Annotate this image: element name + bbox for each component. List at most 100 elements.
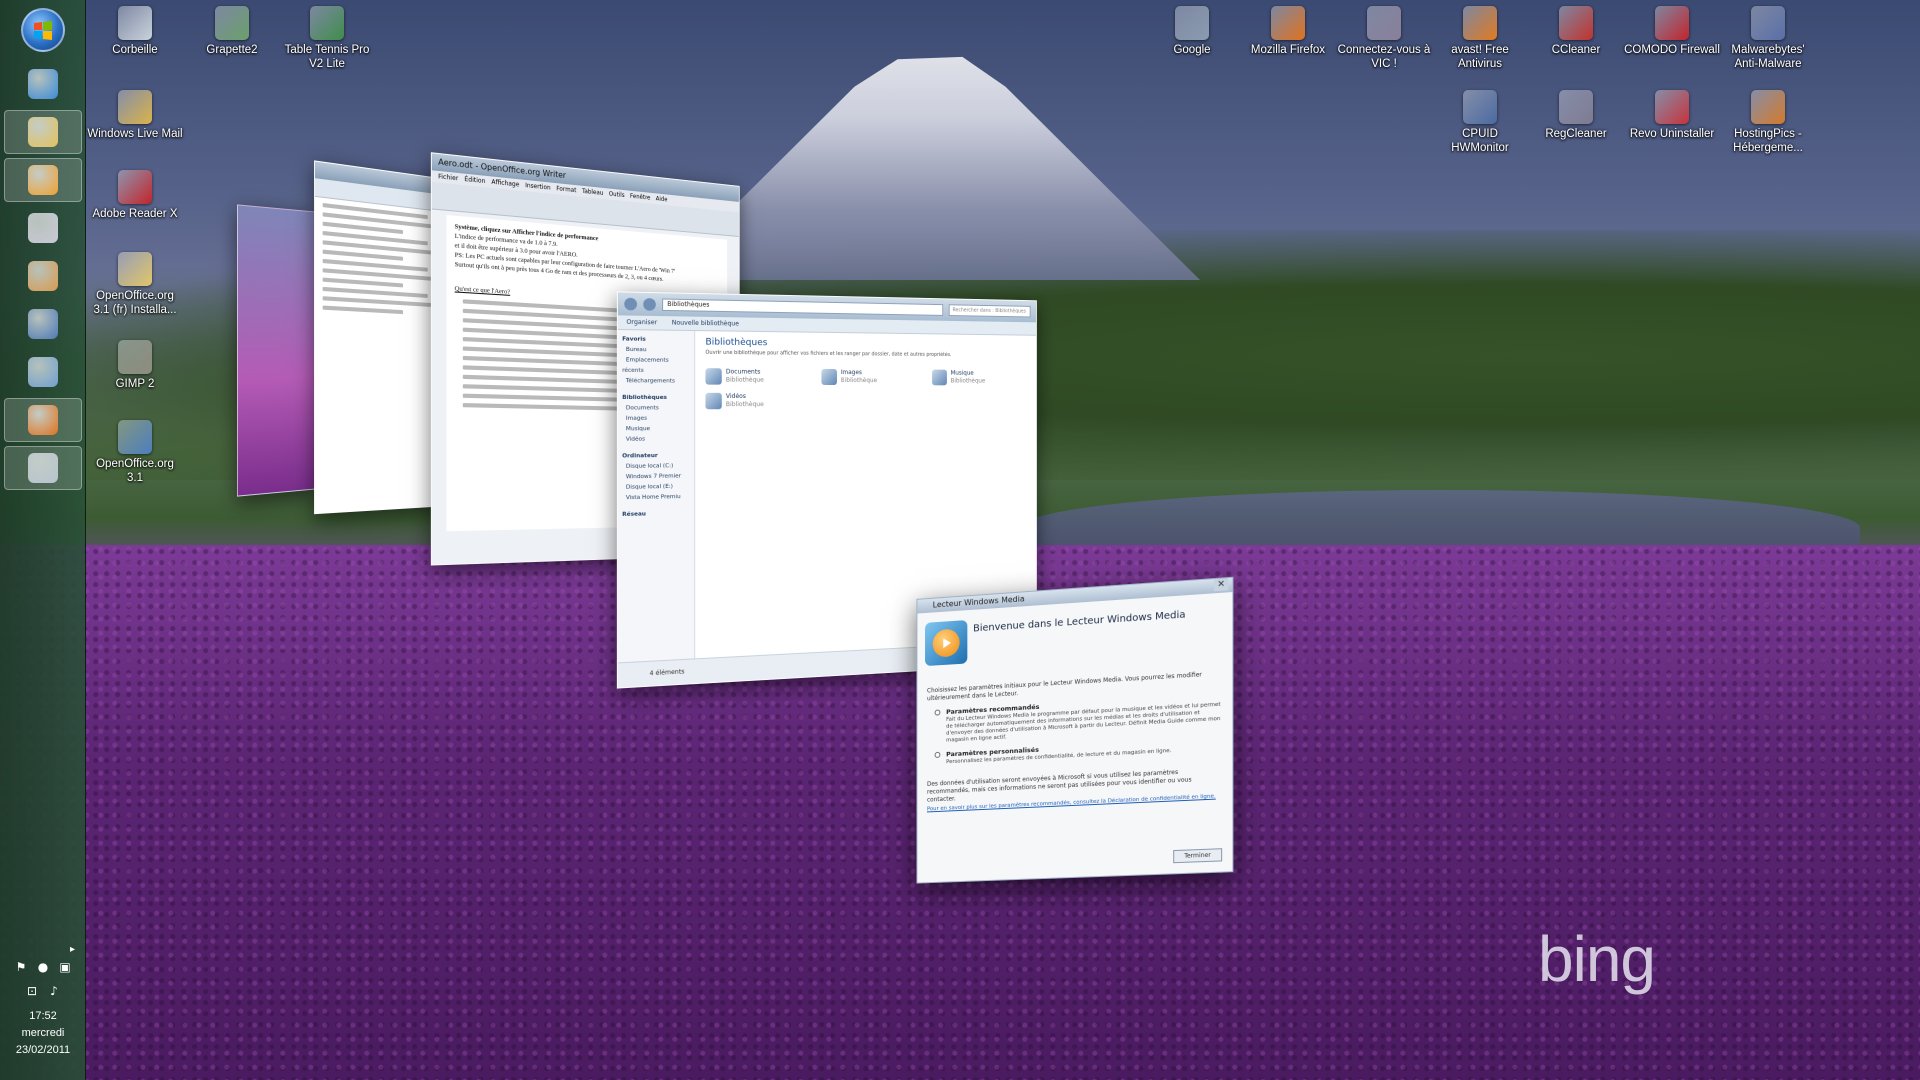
taskbar-button-paint-palette[interactable] — [4, 254, 82, 298]
desktop-icon-left-0[interactable]: Corbeille — [87, 6, 183, 57]
library-documents[interactable]: Documents Bibliothèque — [705, 368, 795, 385]
taskbar-button-documents[interactable] — [4, 446, 82, 490]
nav-libraries-header[interactable]: Bibliothèques — [622, 393, 690, 403]
desktop-icon-label: Revo Uninstaller — [1624, 127, 1720, 141]
volume-icon[interactable]: ♪ — [47, 984, 61, 998]
desktop-icon-right-10[interactable]: HostingPics - Hébergeme... — [1720, 90, 1816, 155]
libraries-heading: Bibliothèques — [705, 337, 1027, 351]
search-box[interactable]: Rechercher dans : Bibliothèques — [949, 304, 1031, 317]
desktop-icon-label: Connectez-vous à VIC ! — [1336, 43, 1432, 71]
openoffice-icon — [118, 420, 152, 454]
network-icon[interactable]: ⊡ — [25, 984, 39, 998]
library-musique[interactable]: Musique Bibliothèque — [932, 370, 1014, 386]
radio-recommended[interactable] — [935, 709, 941, 715]
avast-tray-icon[interactable]: ● — [36, 960, 50, 974]
desktop-icon-right-5[interactable]: COMODO Firewall — [1624, 6, 1720, 57]
malwarebytes-icon — [1751, 6, 1785, 40]
nav-favorites-item[interactable]: Bureau — [622, 345, 690, 356]
device-tray-icon[interactable]: ▣ — [58, 960, 72, 974]
desktop-icon-label: Mozilla Firefox — [1240, 43, 1336, 57]
desktop-icon-left-6[interactable]: GIMP 2 — [87, 340, 183, 391]
nav-favorites-item[interactable]: Emplacements récents — [622, 355, 690, 376]
wallpaper-mountain — [660, 50, 1200, 280]
radio-custom[interactable] — [935, 752, 941, 758]
new-library-button[interactable]: Nouvelle bibliothèque — [672, 316, 739, 330]
desktop-icon-right-2[interactable]: Connectez-vous à VIC ! — [1336, 6, 1432, 71]
desktop-icon-right-4[interactable]: CCleaner — [1528, 6, 1624, 57]
nav-libraries-item[interactable]: Vidéos — [622, 434, 690, 445]
library-images[interactable]: Images Bibliothèque — [821, 369, 907, 385]
back-button[interactable] — [624, 298, 637, 311]
taskbar-button-firefox[interactable] — [4, 398, 82, 442]
library-folder-icon — [705, 393, 721, 409]
desktop-icon-label: Google — [1144, 43, 1240, 57]
close-button[interactable]: ✕ — [1214, 578, 1228, 591]
recycle-bin-icon — [118, 6, 152, 40]
organize-menu[interactable]: Organiser — [626, 315, 657, 329]
library-type: Bibliothèque — [951, 378, 986, 386]
desktop-icon-right-7[interactable]: CPUID HWMonitor — [1432, 90, 1528, 155]
forward-button[interactable] — [643, 298, 656, 311]
taskbar-button-internet-explorer[interactable] — [4, 62, 82, 106]
writer-menu-item[interactable]: Aide — [656, 195, 668, 203]
address-bar[interactable]: Bibliothèques — [662, 298, 943, 315]
library-type: Bibliothèque — [726, 376, 764, 384]
taskbar-button-switch-windows[interactable] — [4, 350, 82, 394]
flip3d-window-media-player[interactable]: Lecteur Windows Media ✕ Bienvenue dans l… — [916, 577, 1233, 884]
taskbar-button-paint[interactable] — [4, 206, 82, 250]
desktop-icon-left-2[interactable]: Table Tennis Pro V2 Lite — [279, 6, 375, 71]
desktop-icon-left-7[interactable]: OpenOffice.org 3.1 — [87, 420, 183, 485]
flip3d-window-browser[interactable] — [314, 160, 447, 514]
library-name: Images — [841, 369, 877, 377]
nav-libraries-item[interactable]: Images — [622, 413, 690, 424]
nav-libraries-item[interactable]: Musique — [622, 424, 690, 435]
desktop-icon-left-5[interactable]: OpenOffice.org 3.1 (fr) Installa... — [87, 252, 183, 317]
finish-button[interactable]: Terminer — [1173, 848, 1222, 863]
show-hidden-icons-icon[interactable]: ▸ — [70, 944, 75, 955]
writer-menu-item[interactable]: Édition — [464, 176, 485, 185]
taskbar-button-remote-desktop[interactable] — [4, 302, 82, 346]
windows-explorer-icon — [28, 117, 58, 147]
writer-menu-item[interactable]: Format — [556, 185, 576, 194]
taskbar-button-windows-explorer[interactable] — [4, 110, 82, 154]
desktop-icon-right-6[interactable]: Malwarebytes' Anti-Malware — [1720, 6, 1816, 71]
desktop-icon-right-9[interactable]: Revo Uninstaller — [1624, 90, 1720, 141]
mail-icon — [118, 90, 152, 124]
desktop-icon-right-0[interactable]: Google — [1144, 6, 1240, 57]
writer-menu-item[interactable]: Insertion — [525, 182, 550, 192]
library-vidéos[interactable]: Vidéos Bibliothèque — [705, 393, 795, 409]
desktop-icon-left-3[interactable]: Windows Live Mail — [87, 90, 183, 141]
desktop-icon-label: OpenOffice.org 3.1 — [87, 457, 183, 485]
taskbar-button-media-player[interactable] — [4, 158, 82, 202]
writer-menu-item[interactable]: Outils — [609, 191, 625, 200]
desktop-icon-right-3[interactable]: avast! Free Antivirus — [1432, 6, 1528, 71]
writer-menu-item[interactable]: Fenêtre — [630, 193, 650, 202]
desktop-icon-label: COMODO Firewall — [1624, 43, 1720, 57]
hostingpics-icon — [1751, 90, 1785, 124]
flip3d-window-desktop-preview[interactable] — [237, 204, 315, 496]
desktop-icon-left-4[interactable]: Adobe Reader X — [87, 170, 183, 221]
library-type: Bibliothèque — [726, 401, 764, 409]
nav-favorites-header[interactable]: Favoris — [622, 334, 690, 345]
desktop-icon-label: Grapette2 — [184, 43, 280, 57]
desktop-icon-right-8[interactable]: RegCleaner — [1528, 90, 1624, 141]
nav-favorites-item[interactable]: Téléchargements — [622, 376, 690, 387]
clock-day: mercredi — [0, 1025, 86, 1042]
nav-computer-item[interactable]: Windows 7 Premier — [622, 471, 690, 482]
writer-menu-item[interactable]: Tableau — [582, 188, 603, 197]
library-name: Vidéos — [726, 393, 764, 401]
wmp-welcome-heading: Bienvenue dans le Lecteur Windows Media — [973, 609, 1185, 634]
library-folder-icon — [932, 370, 947, 386]
clock[interactable]: 17:52 mercredi 23/02/2011 — [0, 1008, 86, 1059]
writer-menu-item[interactable]: Affichage — [491, 179, 519, 189]
nav-network[interactable]: Réseau — [622, 508, 690, 520]
firefox-icon — [1271, 6, 1305, 40]
nav-computer-item[interactable]: Vista Home Premiu — [622, 492, 690, 504]
action-center-flag-icon[interactable]: ⚑ — [14, 960, 28, 974]
nav-libraries-item[interactable]: Documents — [622, 403, 690, 413]
desktop-icon-left-1[interactable]: Grapette2 — [184, 6, 280, 57]
navigation-pane: Favoris Bureau Emplacements récents Télé… — [618, 330, 695, 662]
desktop-icon-right-1[interactable]: Mozilla Firefox — [1240, 6, 1336, 57]
writer-menu-item[interactable]: Fichier — [438, 173, 458, 182]
start-button[interactable] — [21, 8, 65, 52]
